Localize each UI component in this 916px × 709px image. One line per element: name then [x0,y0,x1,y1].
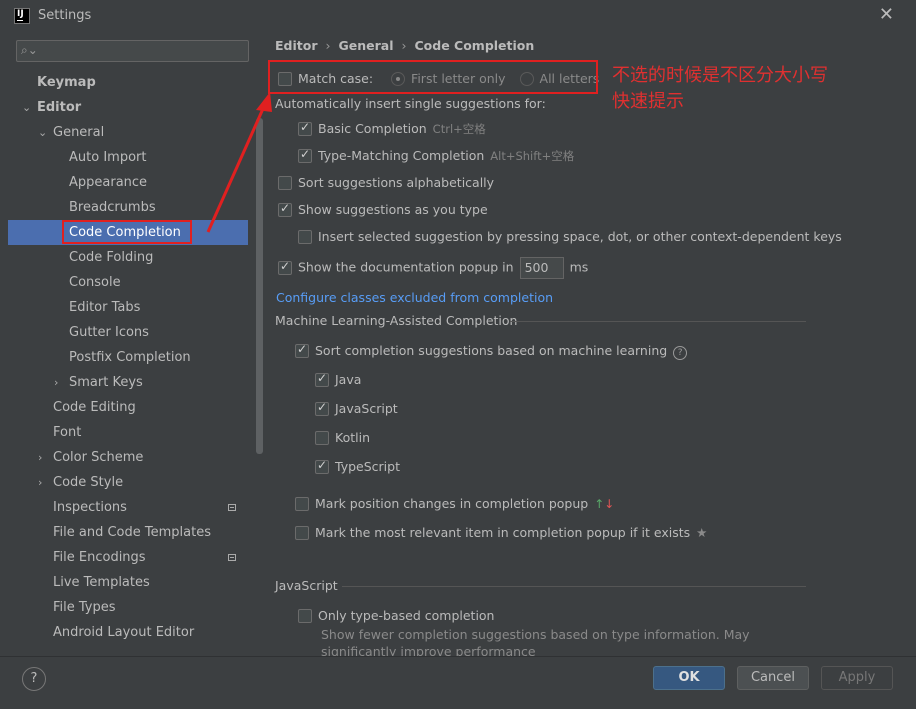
project-scope-icon [228,554,236,561]
sidebar-item-android-layout-editor[interactable]: Android Layout Editor [8,620,248,645]
type-matching-checkbox[interactable] [298,147,312,163]
basic-completion-checkbox[interactable] [298,120,312,136]
chevron-right-icon[interactable]: › [38,470,42,495]
sidebar-item-gutter-icons[interactable]: Gutter Icons [8,320,248,345]
sort-alpha-checkbox[interactable] [278,176,292,190]
search-input[interactable]: ⌕⌄ [16,40,249,62]
section-divider [342,586,806,587]
sort-arrows-icon: ↑↓ [594,497,615,511]
javascript-checkbox[interactable] [315,400,329,416]
insert-selected-checkbox[interactable] [298,230,312,244]
window-title: Settings [38,8,92,23]
chevron-right-icon: › [401,38,407,53]
js-section-title: JavaScript [275,578,338,593]
sidebar-item-smart-keys[interactable]: › Smart Keys [8,370,248,395]
breadcrumb-general[interactable]: General [339,38,394,53]
sort-alpha-row: Sort suggestions alphabetically [278,175,494,190]
sidebar-item-font[interactable]: Font [8,420,248,445]
intellij-app-icon [14,8,30,24]
dialog-footer: ? OK Cancel Apply [0,656,916,709]
typescript-checkbox[interactable] [315,458,329,474]
basic-completion-row: Basic CompletionCtrl+空格 [298,120,486,137]
sidebar-item-file-encodings[interactable]: File Encodings [8,545,248,570]
sidebar-item-code-editing[interactable]: Code Editing [8,395,248,420]
chevron-right-icon: › [325,38,331,53]
section-divider [510,321,806,322]
only-type-row: Only type-based completion [298,608,494,623]
help-icon[interactable]: ? [673,346,688,360]
title-bar: Settings ✕ [0,0,916,32]
sidebar-item-postfix-completion[interactable]: Postfix Completion [8,345,248,370]
show-as-type-row: Show suggestions as you type [278,201,488,217]
apply-button[interactable]: Apply [821,666,893,690]
auto-insert-label: Automatically insert single suggestions … [275,96,546,111]
mark-position-row: Mark position changes in completion popu… [295,496,614,511]
ok-button[interactable]: OK [653,666,725,690]
lang-java-row: Java [315,371,361,387]
lang-javascript-row: JavaScript [315,400,398,416]
breadcrumb-code-completion: Code Completion [414,38,535,53]
chevron-right-icon[interactable]: › [54,370,58,395]
insert-selected-row: Insert selected suggestion by pressing s… [298,229,842,244]
only-type-desc: Show fewer completion suggestions based … [321,627,750,642]
annotation-note: 不选的时候是不区分大小写 快速提示 [612,65,828,112]
sidebar-item-code-folding[interactable]: Code Folding [8,245,248,270]
only-type-desc-2: significantly improve performance [321,644,536,656]
only-type-checkbox[interactable] [298,609,312,623]
chevron-down-icon[interactable]: ⌄ [38,120,47,145]
sidebar-item-file-types[interactable]: File Types [8,595,248,620]
doc-popup-checkbox[interactable] [278,259,292,275]
cancel-button[interactable]: Cancel [737,666,809,690]
kotlin-checkbox[interactable] [315,431,329,445]
project-scope-icon [228,504,236,511]
help-button[interactable]: ? [22,667,46,691]
annotation-box [268,60,598,94]
lang-typescript-row: TypeScript [315,458,400,474]
settings-content: Editor › General › Code Completion Match cas… [258,32,916,656]
type-matching-row: Type-Matching CompletionAlt+Shift+空格 [298,147,574,164]
mark-position-checkbox[interactable] [295,497,309,511]
star-icon: ★ [696,525,708,540]
close-icon[interactable]: ✕ [879,4,894,25]
java-checkbox[interactable] [315,371,329,387]
search-icon: ⌕⌄ [21,43,38,57]
sidebar-item-console[interactable]: Console [8,270,248,295]
breadcrumb: Editor › General › Code Completion [275,38,534,53]
configure-excluded-link[interactable]: Configure classes excluded from completi… [276,290,553,305]
lang-kotlin-row: Kotlin [315,430,370,445]
sidebar-item-live-templates[interactable]: Live Templates [8,570,248,595]
doc-popup-row: Show the documentation popup in500ms [278,257,588,279]
sidebar-item-inspections[interactable]: Inspections [8,495,248,520]
mark-relevant-checkbox[interactable] [295,526,309,540]
breadcrumb-editor[interactable]: Editor [275,38,318,53]
sidebar-item-editor-tabs[interactable]: Editor Tabs [8,295,248,320]
chevron-down-icon[interactable]: ⌄ [22,95,31,120]
ml-sort-checkbox[interactable] [295,342,309,358]
show-as-type-checkbox[interactable] [278,201,292,217]
sidebar-item-code-style[interactable]: › Code Style [8,470,248,495]
sidebar-item-color-scheme[interactable]: › Color Scheme [8,445,248,470]
ml-sort-row: Sort completion suggestions based on mac… [295,342,688,360]
mark-relevant-row: Mark the most relevant item in completio… [295,525,707,540]
ml-section-title: Machine Learning-Assisted Completion [275,313,518,328]
chevron-right-icon[interactable]: › [38,445,42,470]
doc-popup-delay-input[interactable]: 500 [519,257,564,279]
sidebar-item-file-and-code-templates[interactable]: File and Code Templates [8,520,248,545]
